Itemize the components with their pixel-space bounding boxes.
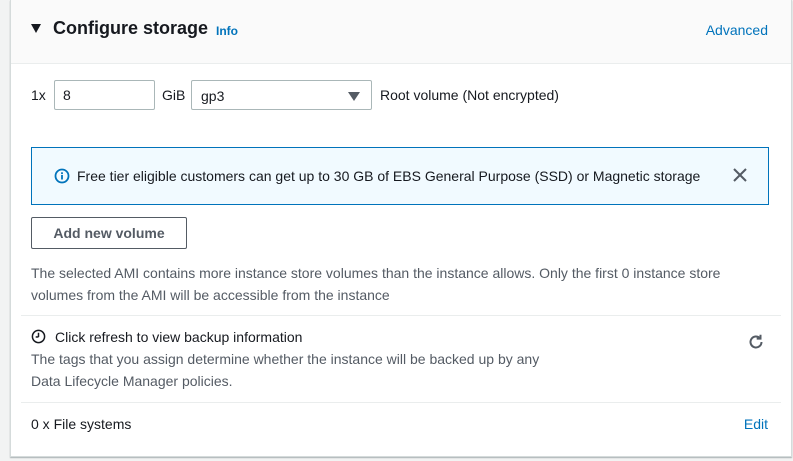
volume-multiplier: 1x: [31, 87, 46, 103]
volume-size-input[interactable]: [54, 80, 155, 110]
file-systems-edit-link[interactable]: Edit: [744, 416, 768, 432]
caret-down-icon: [348, 92, 360, 101]
panel-title: Configure storage: [53, 18, 209, 38]
divider: [21, 315, 781, 316]
root-volume-row: 1x GiB gp3 Root volume (Not encrypted): [31, 80, 771, 110]
close-icon[interactable]: [732, 167, 748, 183]
ami-instance-store-note: The selected AMI contains more instance …: [31, 265, 721, 303]
advanced-link[interactable]: Advanced: [706, 22, 768, 38]
volume-description: Root volume (Not encrypted): [380, 87, 559, 103]
free-tier-alert: Free tier eligible customers can get up …: [31, 147, 769, 205]
file-systems-count: 0 x File systems: [31, 416, 132, 432]
refresh-icon[interactable]: [747, 333, 765, 351]
volume-type-value: gp3: [201, 88, 225, 104]
backup-info-title: Click refresh to view backup information: [55, 329, 303, 345]
backup-description-line: Data Lifecycle Manager policies.: [31, 373, 233, 389]
backup-description-line: The tags that you assign determine wheth…: [31, 351, 540, 367]
clock-icon: [31, 329, 46, 344]
volume-type-select[interactable]: gp3: [191, 80, 372, 110]
divider: [21, 402, 781, 403]
panel-header[interactable]: Configure storage Info Advanced: [11, 0, 791, 64]
info-circle-icon: [54, 168, 70, 184]
caret-down-icon[interactable]: [31, 24, 41, 33]
volume-unit-label: GiB: [162, 87, 186, 103]
backup-info-description: The tags that you assign determine wheth…: [31, 348, 591, 392]
info-link[interactable]: Info: [216, 24, 238, 38]
alert-message: Free tier eligible customers can get up …: [77, 168, 701, 184]
add-new-volume-button[interactable]: Add new volume: [31, 217, 187, 249]
configure-storage-panel: Configure storage Info Advanced 1x GiB g…: [10, 0, 792, 457]
